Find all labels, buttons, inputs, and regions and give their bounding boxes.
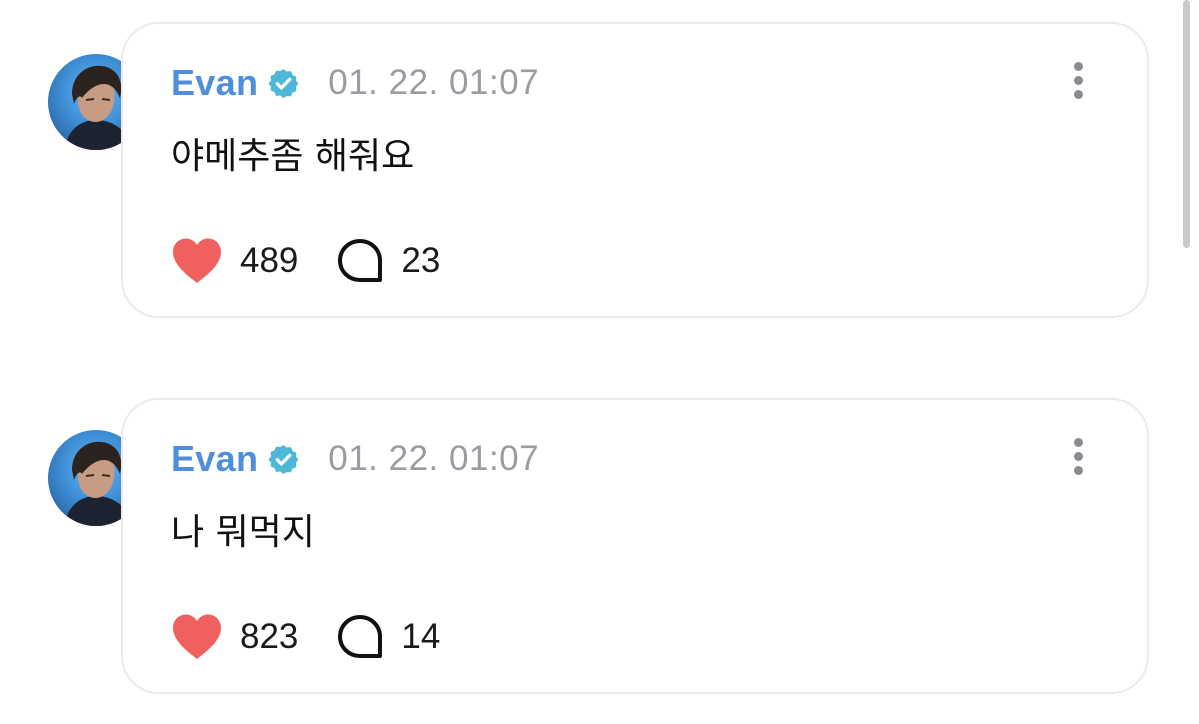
more-vertical-icon[interactable]	[1071, 62, 1085, 102]
post-header: Evan 01. 22. 01:07	[171, 58, 539, 108]
post-card: Evan 01. 22. 01:07 야메추좀 해줘요 489 23	[121, 22, 1149, 318]
post-text: 나 뭐먹지	[171, 512, 315, 553]
heart-icon[interactable]	[171, 237, 223, 285]
more-vertical-icon[interactable]	[1071, 438, 1085, 478]
post-timestamp: 01. 22. 01:07	[328, 439, 540, 478]
verified-badge-icon	[267, 443, 300, 476]
post-actions: 489 23	[171, 234, 440, 288]
post-1: Evan 01. 22. 01:07 야메추좀 해줘요 489 23	[0, 0, 1170, 330]
comment-count: 23	[401, 241, 441, 280]
like-count: 489	[240, 241, 299, 280]
comment-bubble-icon[interactable]	[336, 237, 384, 285]
post-timestamp: 01. 22. 01:07	[328, 63, 540, 102]
comment-bubble-icon[interactable]	[336, 613, 384, 661]
post-header: Evan 01. 22. 01:07	[171, 434, 539, 484]
comment-count: 14	[401, 617, 441, 656]
post-actions: 823 14	[171, 610, 440, 664]
verified-badge-icon	[267, 67, 300, 100]
post-2: Evan 01. 22. 01:07 나 뭐먹지 823 14	[0, 374, 1170, 724]
like-count: 823	[240, 617, 299, 656]
author-name[interactable]: Evan	[171, 438, 258, 480]
scrollbar[interactable]	[1183, 0, 1190, 248]
heart-icon[interactable]	[171, 613, 223, 661]
post-card: Evan 01. 22. 01:07 나 뭐먹지 823 14	[121, 398, 1149, 694]
post-text: 야메추좀 해줘요	[171, 136, 415, 177]
author-name[interactable]: Evan	[171, 62, 258, 104]
